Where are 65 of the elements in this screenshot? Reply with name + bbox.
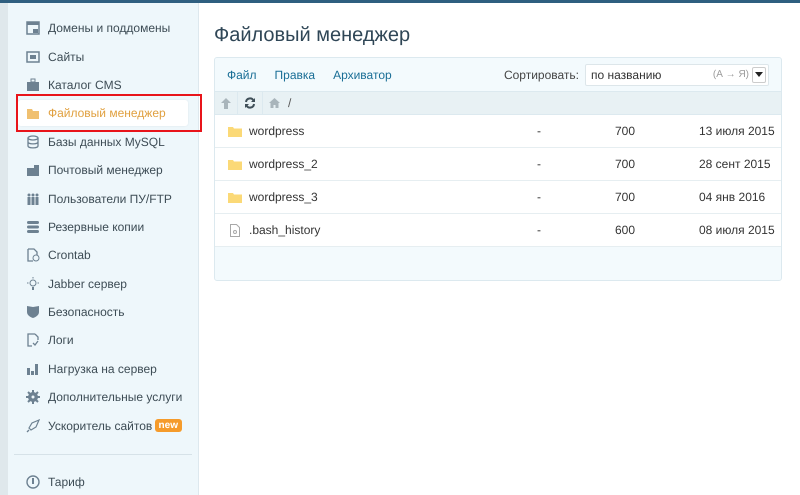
sort-dropdown[interactable]: по названию (А → Я): [585, 64, 769, 86]
dropdown-caret-icon[interactable]: [752, 66, 766, 82]
sidebar-item[interactable]: Домены и поддомены: [18, 15, 188, 42]
new-badge: new: [154, 419, 182, 432]
file-date: 13 июля 2015: [699, 123, 775, 140]
file-permissions: 600: [615, 222, 636, 239]
file-name: wordpress: [249, 123, 306, 140]
folder-icon: [26, 106, 40, 120]
shield-icon: [26, 305, 40, 320]
sort-order: (А → Я): [712, 68, 749, 82]
stack-icon: [26, 220, 40, 234]
page-title: Файловый менеджер: [214, 23, 412, 48]
file-row[interactable]: wordpress_3 - 700 04 янв 2016: [215, 181, 781, 214]
file-permissions: 700: [615, 156, 636, 173]
file-date: 04 янв 2016: [699, 189, 766, 206]
document-icon: [230, 224, 240, 236]
sidebar-item[interactable]: Логи: [18, 327, 188, 354]
folder-icon: [228, 192, 242, 202]
folder-icon: [228, 126, 242, 136]
sidebar-item[interactable]: Каталог CMS: [18, 72, 188, 98]
bar-chart-icon: [26, 362, 40, 376]
file-date: 08 июля 2015: [699, 222, 775, 239]
sidebar-item[interactable]: Сайты: [18, 44, 188, 70]
sidebar-item[interactable]: Безопасность: [18, 299, 188, 326]
sidebar-item[interactable]: Пользователи ПУ/FTP: [18, 186, 188, 212]
file-size: -: [537, 189, 542, 206]
folder-icon: [228, 158, 242, 170]
file-size: -: [537, 156, 542, 173]
file-permissions: 700: [615, 123, 636, 140]
file-row[interactable]: wordpress - 700 13 июля 2015: [215, 115, 781, 148]
database-icon: [26, 134, 40, 149]
web-page-icon: [26, 50, 40, 64]
document-check-icon: [26, 333, 40, 348]
menu-link[interactable]: Архиватор: [333, 66, 392, 84]
file-name: wordpress_3: [249, 189, 319, 206]
gear-icon: [26, 390, 40, 404]
clock-document-icon: [26, 248, 40, 262]
sidebar-item[interactable]: Дополнительные услуги: [18, 384, 188, 410]
sidebar-item[interactable]: Crontab: [18, 242, 188, 268]
sidebar-item[interactable]: Почтовый менеджер: [18, 157, 188, 184]
sidebar-item[interactable]: Jabber сервер: [18, 270, 188, 297]
window-icon: [26, 21, 40, 36]
sort-value: по названию: [591, 66, 662, 84]
sidebar-item[interactable]: Тариф: [18, 468, 188, 495]
file-name: .bash_history: [249, 222, 322, 239]
refresh-icon[interactable]: [244, 97, 256, 109]
sidebar-item[interactable]: Базы данных MySQL: [18, 128, 188, 155]
file-row[interactable]: .bash_history - 600 08 июля 2015: [215, 214, 781, 247]
sidebar-item[interactable]: Резервные копии: [18, 214, 188, 240]
file-date: 28 сент 2015: [699, 156, 771, 173]
briefcase-icon: [26, 78, 40, 92]
current-path: /: [288, 95, 292, 112]
file-size: -: [537, 222, 542, 239]
file-permissions: 700: [615, 189, 636, 206]
info-circle-icon: [26, 474, 40, 489]
file-size: -: [537, 123, 542, 140]
users-icon: [26, 192, 40, 206]
sidebar-item[interactable]: Нагрузка на сервер: [18, 356, 188, 382]
sort-label: Сортировать:: [504, 66, 579, 84]
sidebar-item[interactable]: Ускоритель сайтов new: [18, 412, 188, 439]
light-bulb-icon: [26, 276, 40, 291]
menu-link[interactable]: Файл: [227, 66, 257, 84]
file-row[interactable]: wordpress_2 - 700 28 сент 2015: [215, 148, 781, 181]
menu-link[interactable]: Правка: [274, 66, 316, 84]
file-name: wordpress_2: [249, 156, 319, 173]
